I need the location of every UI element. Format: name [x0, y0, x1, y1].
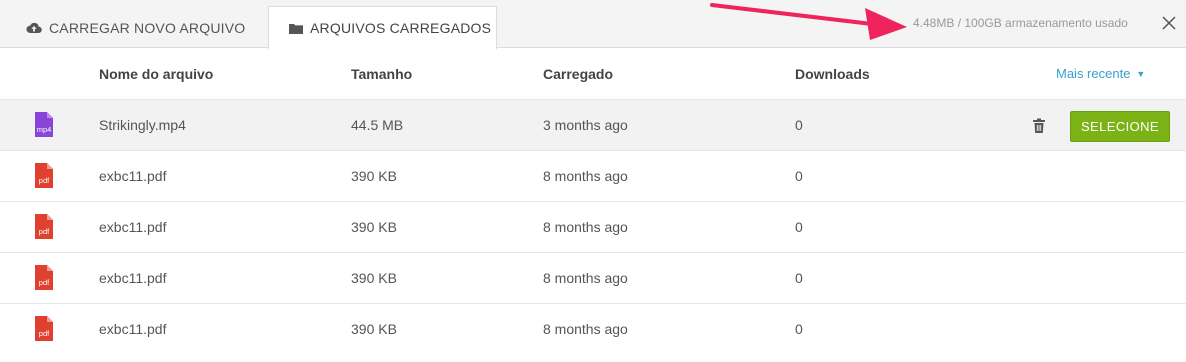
mp4-file-icon: mp4: [34, 112, 54, 137]
tab-uploaded-label: ARQUIVOS CARREGADOS: [310, 20, 492, 36]
file-name: exbc11.pdf: [99, 270, 167, 286]
file-downloads: 0: [795, 168, 803, 184]
table-row[interactable]: pdf exbc11.pdf 390 KB 8 months ago 0: [0, 150, 1186, 201]
svg-text:mp4: mp4: [37, 125, 52, 134]
pdf-file-icon: pdf: [34, 214, 54, 239]
column-header-downloads[interactable]: Downloads: [795, 66, 870, 82]
file-size: 390 KB: [351, 270, 397, 286]
file-size: 44.5 MB: [351, 117, 404, 133]
top-bar: CARREGAR NOVO ARQUIVO ARQUIVOS CARREGADO…: [0, 0, 1186, 49]
file-name: exbc11.pdf: [99, 219, 167, 235]
file-downloads: 0: [795, 117, 803, 133]
file-size: 390 KB: [351, 321, 397, 337]
file-downloads: 0: [795, 270, 803, 286]
file-downloads: 0: [795, 321, 803, 337]
caret-down-icon: ▼: [1136, 68, 1146, 79]
file-uploaded-date: 8 months ago: [543, 219, 628, 235]
column-header-name[interactable]: Nome do arquivo: [99, 66, 213, 82]
svg-text:pdf: pdf: [39, 278, 50, 287]
table-row[interactable]: pdf exbc11.pdf 390 KB 8 months ago 0: [0, 201, 1186, 252]
sort-label: Mais recente: [1056, 66, 1131, 81]
close-icon[interactable]: [1158, 12, 1180, 34]
file-name: Strikingly.mp4: [99, 117, 186, 133]
file-name: exbc11.pdf: [99, 168, 167, 184]
table-row[interactable]: mp4 Strikingly.mp4 44.5 MB 3 months ago …: [0, 99, 1186, 150]
file-uploaded-date: 8 months ago: [543, 270, 628, 286]
svg-text:pdf: pdf: [39, 227, 50, 236]
file-size: 390 KB: [351, 168, 397, 184]
table-header: Nome do arquivo Tamanho Carregado Downlo…: [0, 49, 1186, 99]
cloud-upload-icon: [26, 22, 42, 34]
svg-text:pdf: pdf: [39, 176, 50, 185]
file-uploaded-date: 3 months ago: [543, 117, 628, 133]
file-uploaded-date: 8 months ago: [543, 168, 628, 184]
column-header-size[interactable]: Tamanho: [351, 66, 412, 82]
svg-text:pdf: pdf: [39, 329, 50, 338]
tab-upload-new-file[interactable]: CARREGAR NOVO ARQUIVO: [26, 6, 245, 49]
tab-uploaded-files[interactable]: ARQUIVOS CARREGADOS: [268, 6, 497, 49]
trash-icon[interactable]: [1032, 118, 1046, 134]
table-row[interactable]: pdf exbc11.pdf 390 KB 8 months ago 0: [0, 252, 1186, 303]
pdf-file-icon: pdf: [34, 163, 54, 188]
file-uploaded-date: 8 months ago: [543, 321, 628, 337]
file-size: 390 KB: [351, 219, 397, 235]
column-header-uploaded[interactable]: Carregado: [543, 66, 613, 82]
table-row[interactable]: pdf exbc11.pdf 390 KB 8 months ago 0: [0, 303, 1186, 354]
file-name: exbc11.pdf: [99, 321, 167, 337]
sort-dropdown[interactable]: Mais recente ▼: [1056, 66, 1145, 81]
storage-usage-text: 4.48MB / 100GB armazenamento usado: [913, 16, 1128, 30]
tab-upload-label: CARREGAR NOVO ARQUIVO: [49, 19, 246, 36]
pdf-file-icon: pdf: [34, 316, 54, 341]
select-button[interactable]: SELECIONE: [1070, 111, 1170, 142]
pdf-file-icon: pdf: [34, 265, 54, 290]
folder-icon: [289, 23, 303, 34]
file-downloads: 0: [795, 219, 803, 235]
